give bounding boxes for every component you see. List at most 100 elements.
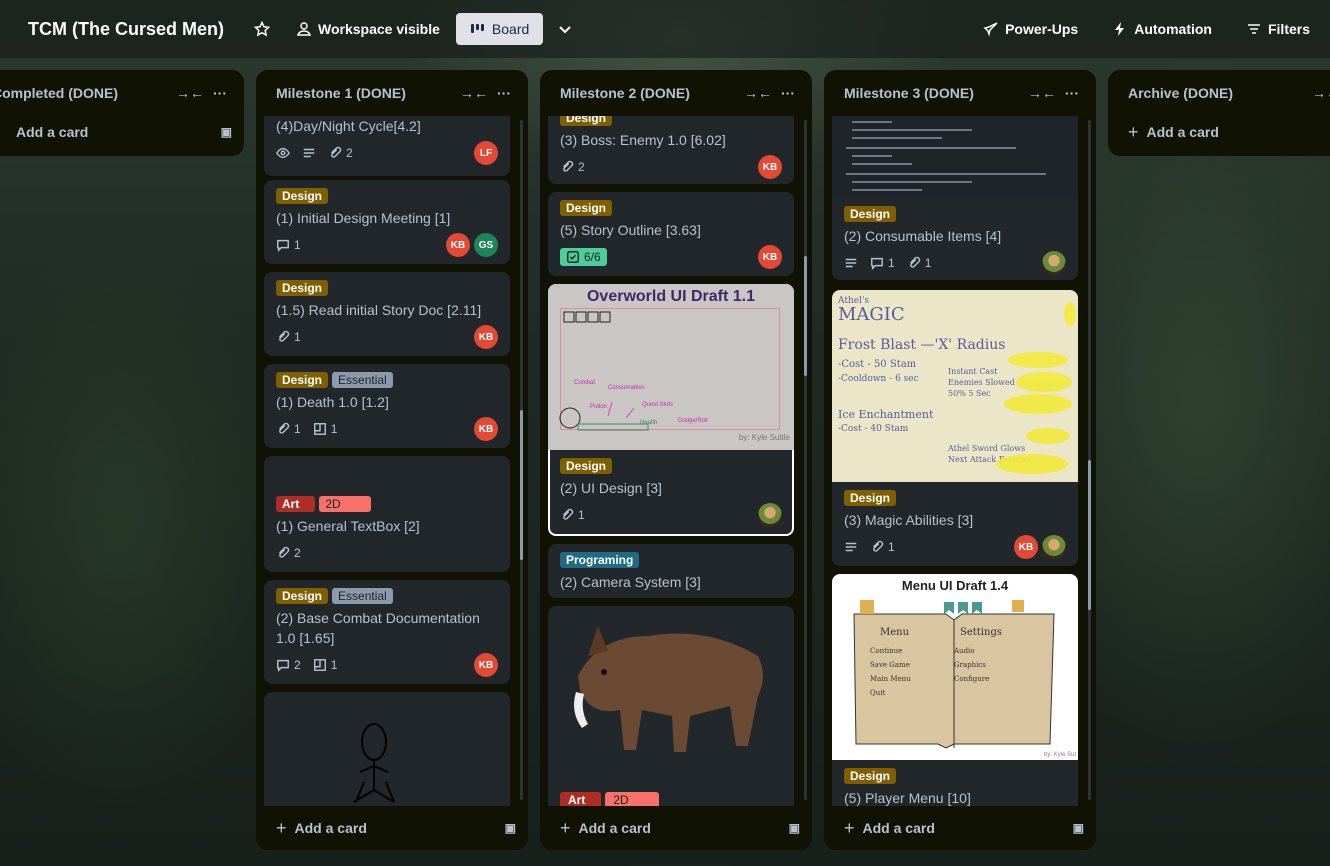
avatar[interactable]: GS: [474, 233, 498, 257]
label-design: Design: [844, 768, 897, 784]
avatar[interactable]: KB: [1014, 535, 1038, 559]
card[interactable]: Design Essential (1) Death 1.0 [1.2] 1 1 …: [264, 364, 510, 448]
collapse-icon[interactable]: →←: [1028, 85, 1056, 101]
checkbox-icon: [567, 251, 579, 263]
attachment-count: 1: [888, 540, 895, 554]
board-count: 1: [330, 422, 338, 436]
card[interactable]: Art 2D (1) General TextBox [2] 2: [264, 456, 510, 572]
list-title[interactable]: Completed (DONE): [0, 85, 168, 101]
card[interactable]: Programing (2) Camera System [3]: [548, 544, 794, 598]
avatar[interactable]: KB: [446, 233, 470, 257]
card-with-cover[interactable]: Design (2) Consumable Items [4] 1 1: [832, 116, 1078, 280]
paperclip-icon: [873, 540, 884, 552]
label-design: Design: [276, 372, 329, 388]
list-completed: Completed (DONE) →← ··· + Add a card ▣: [0, 70, 244, 156]
template-icon[interactable]: ▣: [221, 125, 232, 139]
filters-button[interactable]: Filters: [1238, 13, 1330, 45]
chevron-down-icon[interactable]: [549, 13, 581, 45]
more-icon[interactable]: ···: [776, 85, 800, 101]
add-card-button[interactable]: + Add a card: [1116, 116, 1330, 148]
list-title[interactable]: Milestone 2 (DONE): [560, 85, 736, 101]
template-icon[interactable]: ▣: [789, 821, 800, 835]
avatar[interactable]: KB: [474, 653, 498, 677]
card-members: KB: [474, 417, 498, 441]
scrollbar[interactable]: [1088, 120, 1091, 800]
label-design: Design: [276, 188, 329, 204]
more-icon[interactable]: ···: [1060, 85, 1084, 101]
comment-count: 1: [294, 238, 301, 252]
attachment-count: 2: [578, 160, 585, 174]
avatar[interactable]: KB: [474, 417, 498, 441]
collapse-icon[interactable]: →←: [744, 85, 772, 101]
card-with-cover[interactable]: Athel's MAGIC Frost Blast —'X' Radius -C…: [832, 290, 1078, 566]
card-title: (1) Initial Design Meeting [1]: [276, 210, 451, 226]
comment-icon: [871, 257, 883, 270]
add-card-button[interactable]: + Add a card ▣: [548, 812, 800, 844]
card-list: (4)Day/Night Cycle[4.2] 2 LF Design (1) …: [264, 116, 514, 806]
avatar[interactable]: [758, 503, 782, 527]
card[interactable]: Design (1.5) Read initial Story Doc [2.1…: [264, 272, 510, 356]
avatar[interactable]: [1042, 535, 1066, 559]
card-with-cover[interactable]: Art 2D: [548, 606, 794, 806]
template-icon[interactable]: ▣: [1073, 821, 1084, 835]
power-ups-button[interactable]: Power-Ups: [975, 13, 1086, 45]
paperclip-icon: [563, 508, 574, 520]
board-view-label: Board: [491, 21, 530, 37]
card-badges: 2 1 KB: [276, 653, 498, 677]
collapse-icon[interactable]: →←: [1312, 85, 1330, 101]
card-sketch[interactable]: [264, 692, 510, 806]
workspace-visible-button[interactable]: Workspace visible: [288, 13, 448, 45]
scrollbar[interactable]: [520, 120, 523, 800]
add-card-button[interactable]: + Add a card ▣: [832, 812, 1084, 844]
avatar[interactable]: KB: [474, 325, 498, 349]
card[interactable]: (4)Day/Night Cycle[4.2] 2 LF: [264, 116, 510, 176]
cover-note: Consumables: [608, 385, 645, 391]
star-icon[interactable]: [246, 13, 278, 45]
list-header: Completed (DONE) →← ···: [0, 70, 244, 116]
card-with-cover[interactable]: Overworld UI Draft 1.1 Combat Consumable…: [548, 284, 794, 536]
collapse-icon[interactable]: →←: [176, 85, 204, 101]
avatar[interactable]: KB: [758, 245, 782, 269]
card-members: KB: [474, 325, 498, 349]
list-title[interactable]: Milestone 1 (DONE): [276, 85, 452, 101]
card-title: (2) Camera System [3]: [560, 574, 701, 590]
more-icon[interactable]: ···: [492, 85, 516, 101]
list-title[interactable]: Archive (DONE): [1128, 85, 1304, 101]
card-badges: 1: [560, 503, 782, 527]
attachment-count: 1: [294, 422, 301, 436]
attachment-badge: 2: [328, 146, 353, 160]
add-card-button[interactable]: + Add a card ▣: [0, 116, 232, 148]
board-title[interactable]: TCM (The Cursed Men): [28, 19, 224, 40]
card-members: LF: [474, 141, 498, 165]
cover-note: Combat: [574, 380, 596, 386]
card-badges: 2: [276, 542, 498, 564]
card[interactable]: Design Essential (2) Base Combat Document…: [264, 580, 510, 684]
template-icon[interactable]: ▣: [505, 821, 516, 835]
card[interactable]: Design (3) Boss: Enemy 1.0 [6.02] 2 KB: [548, 116, 794, 184]
list-milestone-2: Milestone 2 (DONE) →← ··· Design (3) Bos…: [540, 70, 812, 850]
card-cover-whiteboard: Athel's MAGIC Frost Blast —'X' Radius -C…: [832, 290, 1078, 482]
attachment-count: 1: [578, 508, 585, 522]
add-card-button[interactable]: + Add a card ▣: [264, 812, 516, 844]
plus-icon: +: [0, 122, 8, 143]
list-title[interactable]: Milestone 3 (DONE): [844, 85, 1020, 101]
checklist-badge: 6/6: [560, 248, 607, 266]
label-design: Design: [276, 280, 329, 296]
list-milestone-3: Milestone 3 (DONE) →← ··· Design (2) Con…: [824, 70, 1096, 850]
card[interactable]: Design (5) Story Outline [3.63] 6/6 KB: [548, 192, 794, 276]
card-with-cover[interactable]: Menu UI Draft 1.4 Menu Continue Save Gam…: [832, 574, 1078, 806]
card-title: (1) General TextBox [2]: [276, 518, 420, 534]
paperclip-icon: [909, 256, 920, 268]
card-members: KB GS: [446, 233, 498, 257]
collapse-icon[interactable]: →←: [460, 85, 488, 101]
card[interactable]: Design (1) Initial Design Meeting [1] 1 …: [264, 180, 510, 264]
avatar[interactable]: LF: [474, 141, 498, 165]
scrollbar[interactable]: [804, 120, 807, 800]
attachment-badge: 2: [560, 160, 585, 174]
avatar[interactable]: [1042, 251, 1066, 275]
board-view-button[interactable]: Board: [455, 13, 544, 45]
plus-icon: +: [276, 817, 287, 838]
automation-button[interactable]: Automation: [1104, 13, 1220, 45]
avatar[interactable]: KB: [758, 155, 782, 179]
more-icon[interactable]: ···: [208, 85, 232, 101]
